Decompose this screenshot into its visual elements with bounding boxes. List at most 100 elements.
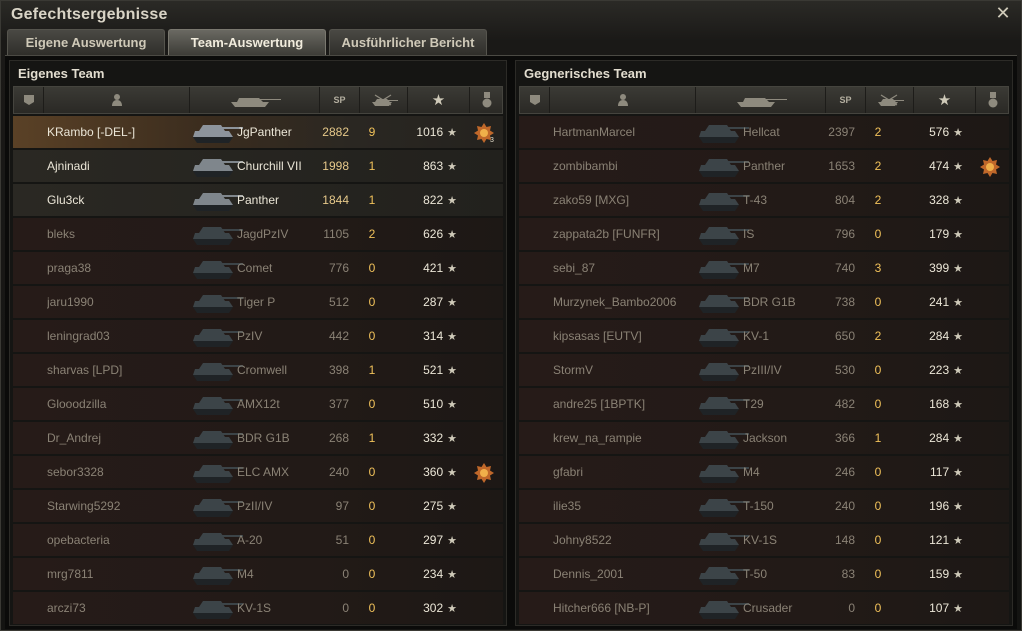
xp-cell: 284 ★	[905, 422, 963, 454]
xp-cell: 314 ★	[399, 320, 457, 352]
player-row[interactable]: HartmanMarcel Hellcat 2397 2 576 ★	[519, 116, 1009, 148]
star-icon: ★	[447, 161, 457, 173]
xp-cell: 287 ★	[399, 286, 457, 318]
kills-value: 1	[874, 431, 882, 445]
player-row[interactable]: Dennis_2001 T-50 83 0 159 ★	[519, 558, 1009, 590]
tank-name: IS	[743, 227, 755, 241]
kills-column-icon[interactable]	[360, 87, 408, 113]
exp-value: 268	[328, 431, 349, 445]
player-row[interactable]: bleks JagdPzIV 1105 2 626 ★	[13, 218, 503, 250]
xp-column-icon[interactable]: ★	[408, 87, 470, 113]
player-name: praga38	[47, 261, 92, 275]
medal-icon[interactable]: 3	[473, 122, 495, 144]
kills-value: 2	[874, 159, 882, 173]
star-icon: ★	[447, 297, 457, 309]
exp-value: 366	[834, 431, 855, 445]
player-row[interactable]: StormV PzIII/IV 530 0 223 ★	[519, 354, 1009, 386]
star-icon: ★	[953, 467, 963, 479]
tank-name: A-20	[237, 533, 263, 547]
xp-value: 117	[929, 465, 950, 479]
tab-team-evaluation[interactable]: Team-Auswertung	[168, 29, 326, 55]
player-name: ilie35	[553, 499, 582, 513]
exp-column-header[interactable]: SP	[320, 87, 360, 113]
xp-cell: 822 ★	[399, 184, 457, 216]
player-row[interactable]: leningrad03 PzIV 442 0 314 ★	[13, 320, 503, 352]
star-icon: ★	[447, 365, 457, 377]
medals-column-icon[interactable]	[470, 87, 504, 113]
tab-detailed-report[interactable]: Ausführlicher Bericht	[329, 29, 487, 55]
player-name: andre25 [1BPTK]	[553, 397, 646, 411]
tab-own-evaluation[interactable]: Eigene Auswertung	[7, 29, 165, 55]
player-row[interactable]: krew_na_rampie Jackson 366 1 284 ★	[519, 422, 1009, 454]
player-name: mrg7811	[47, 567, 94, 581]
xp-value: 297	[423, 533, 444, 547]
player-row[interactable]: Glu3ck Panther 1844 1 822 ★	[13, 184, 503, 216]
platoon-column-icon[interactable]	[14, 87, 44, 113]
player-row[interactable]: arczi73 KV-1S 0 0 302 ★	[13, 592, 503, 624]
player-row[interactable]: zako59 [MXG] T-43 804 2 328 ★	[519, 184, 1009, 216]
player-row[interactable]: kipsasas [EUTV] KV-1 650 2 284 ★	[519, 320, 1009, 352]
xp-cell: 474 ★	[905, 150, 963, 182]
kills-value: 1	[368, 159, 376, 173]
kills-column-icon[interactable]	[866, 87, 914, 113]
xp-value: 287	[423, 295, 444, 309]
xp-value: 360	[423, 465, 444, 479]
player-row[interactable]: KRambo [-DEL-] JgPanther 2882 9 1016 ★ 3	[13, 116, 503, 148]
xp-value: 284	[929, 431, 950, 445]
xp-cell: 284 ★	[905, 320, 963, 352]
player-row[interactable]: gfabri M4 246 0 117 ★	[519, 456, 1009, 488]
player-row[interactable]: Ajninadi Churchill VII 1998 1 863 ★	[13, 150, 503, 182]
star-icon: ★	[953, 229, 963, 241]
kills-value: 0	[874, 227, 882, 241]
player-row[interactable]: zombibambi Panther 1653 2 474 ★	[519, 150, 1009, 182]
player-row[interactable]: andre25 [1BPTK] T29 482 0 168 ★	[519, 388, 1009, 420]
kills-value: 0	[368, 601, 376, 615]
player-name: Murzynek_Bambo2006	[553, 295, 677, 309]
player-row[interactable]: Johny8522 KV-1S 148 0 121 ★	[519, 524, 1009, 556]
platoon-column-icon[interactable]	[520, 87, 550, 113]
player-name: Ajninadi	[47, 159, 90, 173]
player-row[interactable]: zappata2b [FUNFR] IS 796 0 179 ★	[519, 218, 1009, 250]
player-row[interactable]: opebacteria A-20 51 0 297 ★	[13, 524, 503, 556]
xp-value: 196	[929, 499, 950, 513]
tank-name: JagdPzIV	[237, 227, 289, 241]
tank-name: Tiger P	[237, 295, 276, 309]
player-row[interactable]: mrg7811 M4 0 0 234 ★	[13, 558, 503, 590]
exp-value: 240	[328, 465, 349, 479]
player-row[interactable]: Dr_Andrej BDR G1B 268 1 332 ★	[13, 422, 503, 454]
battle-results-window: Gefechtsergebnisse ✕ Eigene Auswertung T…	[0, 0, 1022, 631]
star-icon: ★	[447, 501, 457, 513]
player-name: Glu3ck	[47, 193, 85, 207]
xp-value: 302	[423, 601, 444, 615]
exp-value: 442	[328, 329, 349, 343]
tank-column-icon[interactable]	[190, 87, 320, 113]
player-row[interactable]: Hitcher666 [NB-P] Crusader 0 0 107 ★	[519, 592, 1009, 624]
player-name: zombibambi	[553, 159, 618, 173]
medal-icon[interactable]	[473, 462, 495, 484]
player-row[interactable]: praga38 Comet 776 0 421 ★	[13, 252, 503, 284]
tank-column-icon[interactable]	[696, 87, 826, 113]
star-icon: ★	[447, 127, 457, 139]
tank-name: BDR G1B	[743, 295, 796, 309]
kills-value: 0	[368, 261, 376, 275]
player-row[interactable]: sharvas [LPD] Cromwell 398 1 521 ★	[13, 354, 503, 386]
player-row[interactable]: ilie35 T-150 240 0 196 ★	[519, 490, 1009, 522]
player-column-icon[interactable]	[44, 87, 190, 113]
xp-column-icon[interactable]: ★	[914, 87, 976, 113]
player-row[interactable]: Starwing5292 PzII/IV 97 0 275 ★	[13, 490, 503, 522]
player-row[interactable]: sebor3328 ELC AMX 240 0 360 ★	[13, 456, 503, 488]
exp-column-header[interactable]: SP	[826, 87, 866, 113]
exp-value: 398	[328, 363, 349, 377]
medal-icon[interactable]	[979, 156, 1001, 178]
xp-value: 510	[423, 397, 444, 411]
player-row[interactable]: jaru1990 Tiger P 512 0 287 ★	[13, 286, 503, 318]
star-icon: ★	[953, 195, 963, 207]
xp-cell: 626 ★	[399, 218, 457, 250]
medals-column-icon[interactable]	[976, 87, 1010, 113]
player-row[interactable]: Glooodzilla AMX12t 377 0 510 ★	[13, 388, 503, 420]
close-icon[interactable]: ✕	[993, 3, 1013, 23]
player-row[interactable]: sebi_87 M7 740 3 399 ★	[519, 252, 1009, 284]
star-icon: ★	[447, 603, 457, 615]
player-row[interactable]: Murzynek_Bambo2006 BDR G1B 738 0 241 ★	[519, 286, 1009, 318]
player-column-icon[interactable]	[550, 87, 696, 113]
